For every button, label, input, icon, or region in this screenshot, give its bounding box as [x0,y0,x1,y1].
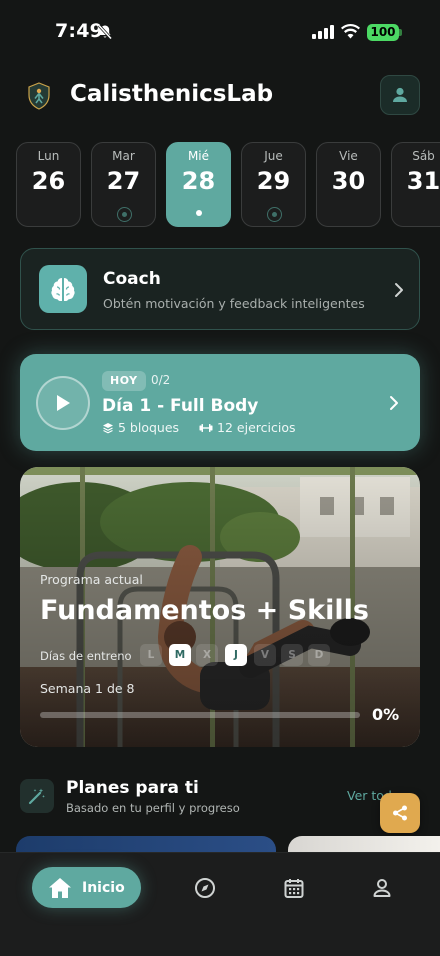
day-number: 31 [406,167,440,195]
calendar-icon[interactable] [283,877,305,899]
day-name: Jue [264,149,283,163]
person-icon [393,87,407,102]
day-name: Sáb [412,149,435,163]
battery-indicator: 100 [367,24,399,41]
day-card-mie[interactable]: Mié 28 [166,142,231,227]
status-time: 7:49 [55,20,104,42]
nav-home-label: Inicio [82,879,125,896]
blocks-count: 5 bloques [118,420,180,435]
program-progress-percent: 0% [372,705,400,724]
scheduled-workout-marker [267,207,282,222]
day-card-sab[interactable]: Sáb 31 [391,142,440,227]
today-progress: 0/2 [151,373,171,387]
share-button[interactable] [380,793,420,833]
training-days-label: Días de entreno [40,649,132,663]
program-title: Fundamentos + Skills [40,595,369,626]
chevron-right-icon [395,283,403,297]
coach-subtitle: Obtén motivación y feedback inteligentes [103,296,365,311]
day-name: Mar [112,149,135,163]
scheduled-workout-marker [117,207,132,222]
battery-cap [399,29,402,36]
day-card-lun[interactable]: Lun 26 [16,142,81,227]
day-number: 29 [256,167,291,195]
nav-home-tab[interactable]: Inicio [32,867,141,908]
play-icon [57,395,70,411]
profile-button[interactable] [380,75,420,115]
program-week-label: Semana 1 de 8 [40,681,135,696]
today-workout-meta: 5 bloques 12 ejercicios [102,420,296,435]
week-day-selector: Lun 26 Mar 27 Mié 28 Jue 29 Vie 30 Sáb 3… [16,142,440,228]
day-name: Vie [339,149,358,163]
start-workout-button[interactable] [36,376,90,430]
compass-icon[interactable] [194,877,216,899]
today-workout-card[interactable]: HOY 0/2 Día 1 - Full Body 5 bloques 12 e… [20,354,420,451]
share-icon [393,805,407,821]
day-number: 28 [181,167,216,195]
app-logo-icon [28,82,50,110]
current-program-card[interactable]: Programa actual Fundamentos + Skills Día… [20,467,420,747]
app-header: CalisthenicsLab [0,70,440,120]
exercises-count: 12 ejercicios [217,420,296,435]
training-day-v: V [254,644,276,666]
today-badge: HOY [102,371,146,391]
day-card-jue[interactable]: Jue 29 [241,142,306,227]
training-day-j: J [225,644,247,666]
plans-subtitle: Basado en tu perfil y progreso [66,801,240,815]
day-card-mar[interactable]: Mar 27 [91,142,156,227]
dumbbell-icon [199,423,213,432]
day-number: 30 [331,167,366,195]
day-card-vie[interactable]: Vie 30 [316,142,381,227]
training-day-d: D [308,644,330,666]
day-number: 27 [106,167,141,195]
training-day-x: X [196,644,218,666]
app-title: CalisthenicsLab [70,81,274,107]
magic-wand-icon [20,779,54,813]
day-name: Mié [187,149,210,163]
status-bar: 7:49 100 [0,0,440,64]
plans-section-header: Planes para ti Basado en tu perfil y pro… [20,776,420,816]
person-icon[interactable] [371,877,393,899]
bell-muted-icon [97,24,113,40]
wifi-icon [341,23,360,39]
coach-title: Coach [103,269,161,289]
today-dot-marker [196,210,202,216]
training-day-l: L [140,644,162,666]
home-icon [49,877,71,898]
coach-brain-icon [39,265,87,313]
signal-icon [312,25,334,39]
program-label: Programa actual [40,572,143,587]
training-day-s: S [281,644,303,666]
chevron-right-icon [390,396,398,410]
today-workout-title: Día 1 - Full Body [102,396,259,416]
day-number: 26 [31,167,66,195]
program-progress-bar [40,712,360,718]
day-name: Lun [37,149,60,163]
training-day-m: M [169,644,191,666]
coach-card[interactable]: Coach Obtén motivación y feedback inteli… [20,248,420,330]
bottom-navigation: Inicio [0,852,440,956]
plans-title: Planes para ti [66,778,199,798]
layers-icon [103,422,113,433]
